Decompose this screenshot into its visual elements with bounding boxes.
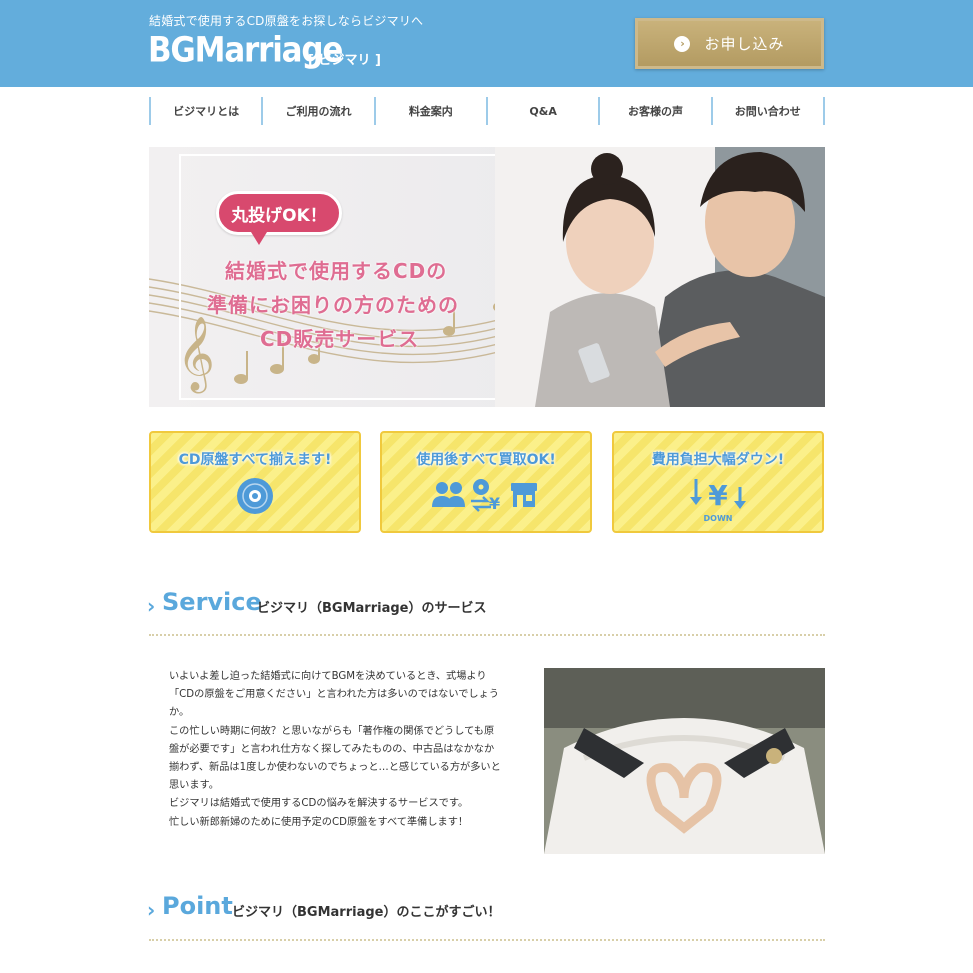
chevron-right-icon: › <box>147 898 156 922</box>
feature-title-buyback: 使用後すべて買取OK! <box>416 452 556 468</box>
apply-button-label: お申し込み <box>704 35 785 53</box>
nav-item-pricing[interactable]: 料金案内 <box>376 97 488 125</box>
service-text-line: いよいよ差し迫った結婚式に向けてBGMを決めているとき、式場より <box>169 671 487 682</box>
site-header: 結婚式で使用するCD原盤をお探しならビジマリへ BGMarriage [ ビジマ… <box>0 0 973 87</box>
hero-banner: 𝄞 丸投げOK！ 結婚式で使用するCDの 準備にお困りの方のための CD販売サー… <box>149 147 825 407</box>
service-description: いよいよ差し迫った結婚式に向けてBGMを決めているとき、式場より 「CDの原盤を… <box>169 668 527 832</box>
feature-card-buyback: 使用後すべて買取OK! ¥ <box>380 431 592 533</box>
yen-down-icon: ¥ DOWN <box>614 477 822 525</box>
hero-headline-line-1: 結婚式で使用するCDの <box>225 259 448 283</box>
section-divider <box>149 634 825 636</box>
service-text-line: 忙しい新郎新婦のために使用予定のCD原盤をすべて準備します！ <box>169 816 469 828</box>
service-text-line: か。 <box>169 707 190 719</box>
hero-headline-line-2: 準備にお困りの方のための <box>207 293 459 317</box>
chevron-right-circle-icon: › <box>674 35 691 52</box>
service-wedding-photo <box>544 668 825 854</box>
service-text-line: ビジマリは結婚式で使用するCDの悩みを解決するサービスです。 <box>169 798 469 810</box>
nav-item-flow[interactable]: ご利用の流れ <box>263 97 376 125</box>
nav-item-voices[interactable]: お客様の声 <box>600 97 713 125</box>
people-cd-exchange-shop-icon: ¥ <box>382 477 590 515</box>
svg-text:¥: ¥ <box>708 479 728 512</box>
service-text-line: 思います。 <box>169 780 219 792</box>
point-heading-en: Point <box>162 892 233 920</box>
chevron-right-icon: › <box>147 594 156 618</box>
service-text-line: この忙しい時期に何故？と思いながらも「著作権の関係でどうしても原 <box>169 725 495 737</box>
site-logo-subtitle: [ ビジマリ ] <box>308 53 381 68</box>
cd-disc-icon <box>151 477 359 515</box>
down-label: DOWN <box>704 514 733 523</box>
feature-title-cost: 費用負担大幅ダウン! <box>651 452 785 468</box>
service-text-line: 「CDの原盤をご用意ください」と言われた方は多いのではないでしょう <box>169 689 499 701</box>
service-section-heading: › Service ビジマリ（BGMarriage）のサービス <box>147 588 825 638</box>
service-heading-jp: ビジマリ（BGMarriage）のサービス <box>257 601 487 616</box>
service-text-line: 盤が必要です」と言われ仕方なく探してみたものの、中古品はなかなか <box>169 743 495 755</box>
section-divider <box>149 939 825 941</box>
svg-text:¥: ¥ <box>489 494 500 513</box>
nav-item-contact[interactable]: お問い合わせ <box>713 97 825 125</box>
feature-card-cd: CD原盤すべて揃えます! <box>149 431 361 533</box>
feature-title-cd: CD原盤すべて揃えます! <box>178 452 332 468</box>
point-heading-jp: ビジマリ（BGMarriage）のここがすごい！ <box>232 905 501 920</box>
point-section-heading: › Point ビジマリ（BGMarriage）のここがすごい！ <box>147 892 825 942</box>
apply-button[interactable]: › お申し込み <box>635 18 824 69</box>
header-tagline: 結婚式で使用するCD原盤をお探しならビジマリへ <box>149 14 424 28</box>
service-text-line: 揃わず、新品は1度しか使わないのでちょっと…と感じている方が多いと <box>169 762 501 774</box>
service-heading-en: Service <box>162 588 262 616</box>
global-nav: ビジマリとは ご利用の流れ 料金案内 Q&A お客様の声 お問い合わせ <box>149 97 825 125</box>
nav-item-about[interactable]: ビジマリとは <box>151 97 264 125</box>
hero-headline-line-3: CD販売サービス <box>260 327 420 351</box>
feature-card-cost: 費用負担大幅ダウン! ¥ DOWN <box>612 431 824 533</box>
nav-item-faq[interactable]: Q&A <box>488 97 601 125</box>
hero-couple-photo <box>495 147 825 407</box>
hero-speech-bubble: 丸投げOK！ <box>216 191 342 245</box>
